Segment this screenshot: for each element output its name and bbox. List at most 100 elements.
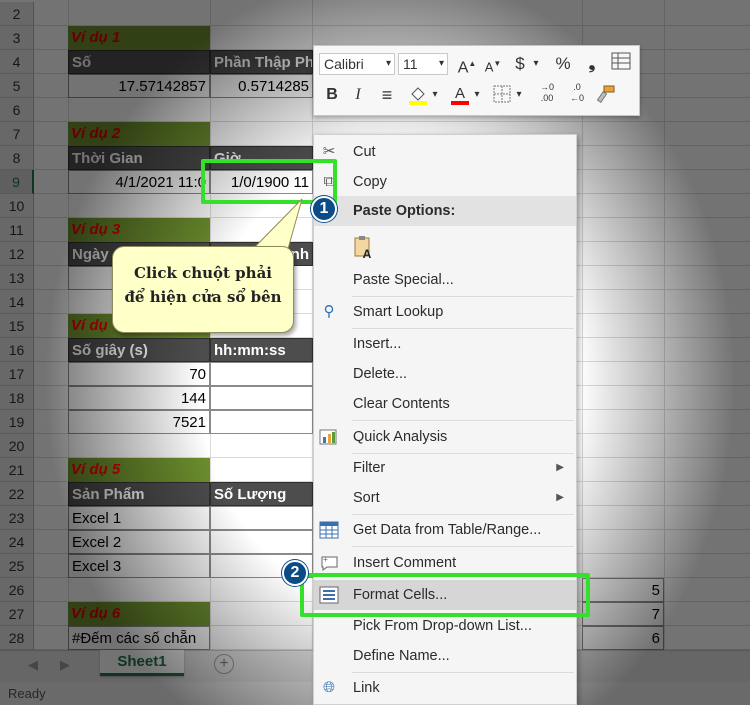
menu-item-get-data[interactable]: Get Data from Table/Range... — [314, 515, 576, 545]
font-color-icon[interactable]: A — [448, 84, 472, 106]
menu-item-filter[interactable]: Filter ▶ — [314, 453, 576, 483]
cell-hhmmss-3[interactable] — [210, 410, 313, 434]
increase-font-icon[interactable]: A▲ — [456, 53, 478, 76]
menu-item-link[interactable]: 🌐︎ Link — [314, 673, 576, 703]
table-icon — [319, 521, 339, 539]
row-header[interactable]: 4 — [0, 50, 34, 74]
percent-style-icon[interactable]: % — [552, 53, 574, 75]
example-1-title[interactable]: Ví dụ 1 — [68, 26, 210, 50]
cell-hhmmss-1[interactable] — [210, 362, 313, 386]
scroll-left-icon[interactable]: ◀ — [28, 657, 38, 673]
chevron-down-icon[interactable]: ▾ — [472, 84, 482, 106]
row-header[interactable]: 8 — [0, 146, 34, 170]
example-5-title[interactable]: Ví dụ 5 — [68, 458, 210, 482]
currency-format-icon[interactable]: $ — [510, 53, 530, 75]
cell-qty-2[interactable] — [210, 530, 313, 554]
row-header[interactable]: 13 — [0, 266, 34, 290]
paste-values-button[interactable]: A — [314, 229, 576, 263]
cell-qty-1[interactable] — [210, 506, 313, 530]
header-hhmmss[interactable]: hh:mm:ss — [210, 338, 313, 362]
row-header[interactable]: 20 — [0, 434, 34, 458]
row-header[interactable]: 17 — [0, 362, 34, 386]
italic-icon[interactable]: I — [348, 84, 368, 106]
menu-item-paste-special[interactable]: Paste Special... — [314, 265, 576, 295]
example-2-title[interactable]: Ví dụ 2 — [68, 122, 210, 146]
row-header[interactable]: 27 — [0, 602, 34, 626]
scroll-right-icon[interactable]: ▶ — [60, 657, 70, 673]
svg-text:A: A — [363, 247, 372, 259]
cell-r28-value[interactable]: 6 — [582, 626, 664, 650]
decrease-font-icon[interactable]: A▼ — [482, 53, 504, 75]
row-header[interactable]: 19 — [0, 410, 34, 434]
menu-item-clear-contents[interactable]: Clear Contents — [314, 389, 576, 419]
cell-ptp-value[interactable]: 0.5714285 — [210, 74, 313, 98]
cell-product-2[interactable]: Excel 2 — [68, 530, 210, 554]
row-header[interactable]: 22 — [0, 482, 34, 506]
row-header[interactable]: 7 — [0, 122, 34, 146]
menu-item-smart-lookup[interactable]: ⚲ Smart Lookup — [314, 297, 576, 327]
bold-icon[interactable]: B — [322, 84, 342, 106]
row-header[interactable]: 10 — [0, 194, 34, 218]
example-6-title[interactable]: Ví dụ 6 — [68, 602, 210, 626]
row-header[interactable]: 11 — [0, 218, 34, 242]
chevron-down-icon[interactable]: ▾ — [514, 84, 524, 106]
header-san-pham[interactable]: Sản Phẩm — [68, 482, 210, 506]
row-header[interactable]: 21 — [0, 458, 34, 482]
header-phan-thap-phan[interactable]: Phần Thập Ph — [210, 50, 313, 74]
cell-seconds-1[interactable]: 70 — [68, 362, 210, 386]
decrease-decimal-icon[interactable]: .0 ←0 — [564, 82, 590, 104]
row-header[interactable]: 15 — [0, 314, 34, 338]
comma-style-icon[interactable]: ❟ — [582, 53, 602, 75]
cell-seconds-2[interactable]: 144 — [68, 386, 210, 410]
format-painter-grid-icon[interactable] — [610, 52, 632, 74]
chevron-down-icon[interactable]: ▾ — [430, 84, 440, 106]
chevron-down-icon[interactable]: ▾ — [530, 53, 542, 75]
menu-item-define-name[interactable]: Define Name... — [314, 641, 576, 671]
header-so-giay[interactable]: Số giây (s) — [68, 338, 210, 362]
increase-decimal-icon[interactable]: →0.00 — [534, 82, 560, 104]
row-header[interactable]: 2 — [0, 2, 34, 26]
add-sheet-icon[interactable]: + — [214, 654, 234, 674]
header-so[interactable]: Số — [68, 50, 210, 74]
font-size-box[interactable]: 11 ▾ — [398, 53, 448, 75]
cell-thoi-gian-value[interactable]: 4/1/2021 11:0 — [68, 170, 210, 194]
row-header[interactable]: 5 — [0, 74, 34, 98]
menu-item-quick-analysis[interactable]: Quick Analysis — [314, 422, 576, 452]
menu-item-insert[interactable]: Insert... — [314, 329, 576, 359]
cell-dem-so-chan[interactable]: #Đếm các số chẵn — [68, 626, 210, 650]
cell-seconds-3[interactable]: 7521 — [68, 410, 210, 434]
row-header[interactable]: 6 — [0, 98, 34, 122]
sheet-tab-sheet1[interactable]: Sheet1 — [100, 650, 184, 676]
menu-item-delete[interactable]: Delete... — [314, 359, 576, 389]
font-name-box[interactable]: Calibri ▾ — [319, 53, 395, 75]
cell-product-1[interactable]: Excel 1 — [68, 506, 210, 530]
format-painter-icon[interactable] — [594, 84, 618, 106]
header-thoi-gian[interactable]: Thời Gian — [68, 146, 210, 170]
row-header[interactable]: 14 — [0, 290, 34, 314]
gridline — [664, 0, 665, 650]
cell-hhmmss-2[interactable] — [210, 386, 313, 410]
cell-so-value[interactable]: 17.57142857 — [68, 74, 210, 98]
menu-item-copy[interactable]: ⧉ Copy — [314, 167, 576, 197]
example-3-title[interactable]: Ví dụ 3 — [68, 218, 210, 242]
row-header[interactable]: 23 — [0, 506, 34, 530]
align-center-icon[interactable]: ≡ — [376, 84, 398, 106]
menu-item-cut[interactable]: ✂ Cut — [314, 137, 576, 167]
cell-r27-value[interactable]: 7 — [582, 602, 664, 626]
row-header[interactable]: 25 — [0, 554, 34, 578]
cell-r26-value[interactable]: 5 — [582, 578, 664, 602]
highlight-format-cells — [300, 573, 590, 617]
cell-product-3[interactable]: Excel 3 — [68, 554, 210, 578]
row-header[interactable]: 24 — [0, 530, 34, 554]
menu-item-sort[interactable]: Sort ▶ — [314, 483, 576, 513]
row-header[interactable]: 9 — [0, 170, 34, 194]
row-header[interactable]: 18 — [0, 386, 34, 410]
row-header[interactable]: 28 — [0, 626, 34, 650]
header-so-luong[interactable]: Số Lượng — [210, 482, 313, 506]
row-header[interactable]: 26 — [0, 578, 34, 602]
borders-icon[interactable] — [490, 84, 514, 106]
row-header[interactable]: 12 — [0, 242, 34, 266]
fill-color-icon[interactable] — [406, 84, 430, 106]
row-header[interactable]: 3 — [0, 26, 34, 50]
row-header[interactable]: 16 — [0, 338, 34, 362]
